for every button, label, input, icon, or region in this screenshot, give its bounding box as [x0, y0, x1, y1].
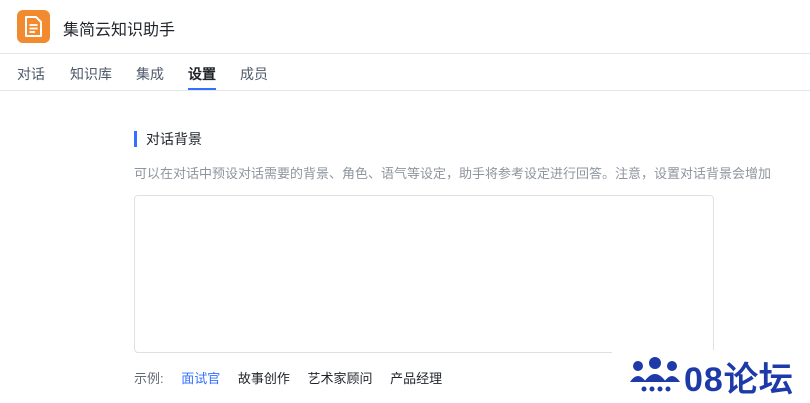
example-art-consultant[interactable]: 艺术家顾问: [308, 371, 373, 386]
section-description: 可以在对话中预设对话需要的背景、角色、语气等设定，助手将参考设定进行回答。注意，…: [134, 166, 772, 181]
app-title: 集简云知识助手: [63, 22, 176, 39]
examples-row: 示例: 面试官 故事创作 艺术家顾问 产品经理: [134, 368, 456, 387]
tab-members[interactable]: 成员: [240, 64, 268, 90]
tab-chat[interactable]: 对话: [17, 64, 45, 90]
example-interviewer[interactable]: 面试官: [181, 371, 220, 386]
users-group-icon: [630, 357, 680, 392]
watermark: 08论坛: [612, 350, 810, 403]
app-header: 集简云知识助手: [0, 0, 810, 54]
example-product-manager[interactable]: 产品经理: [390, 371, 442, 386]
chat-background-textarea[interactable]: [134, 195, 714, 353]
examples-label: 示例:: [134, 371, 164, 386]
watermark-text: 08论坛: [684, 361, 794, 399]
tab-integration[interactable]: 集成: [136, 64, 164, 90]
document-icon: [17, 10, 50, 43]
example-story-writing[interactable]: 故事创作: [238, 371, 290, 386]
tab-knowledge-base[interactable]: 知识库: [70, 64, 112, 90]
tab-settings[interactable]: 设置: [188, 64, 216, 90]
section-title: 对话背景: [134, 131, 202, 147]
tab-bar: 对话 知识库 集成 设置 成员: [0, 54, 810, 91]
section-accent-bar: [134, 131, 137, 147]
section-title-text: 对话背景: [146, 131, 202, 147]
